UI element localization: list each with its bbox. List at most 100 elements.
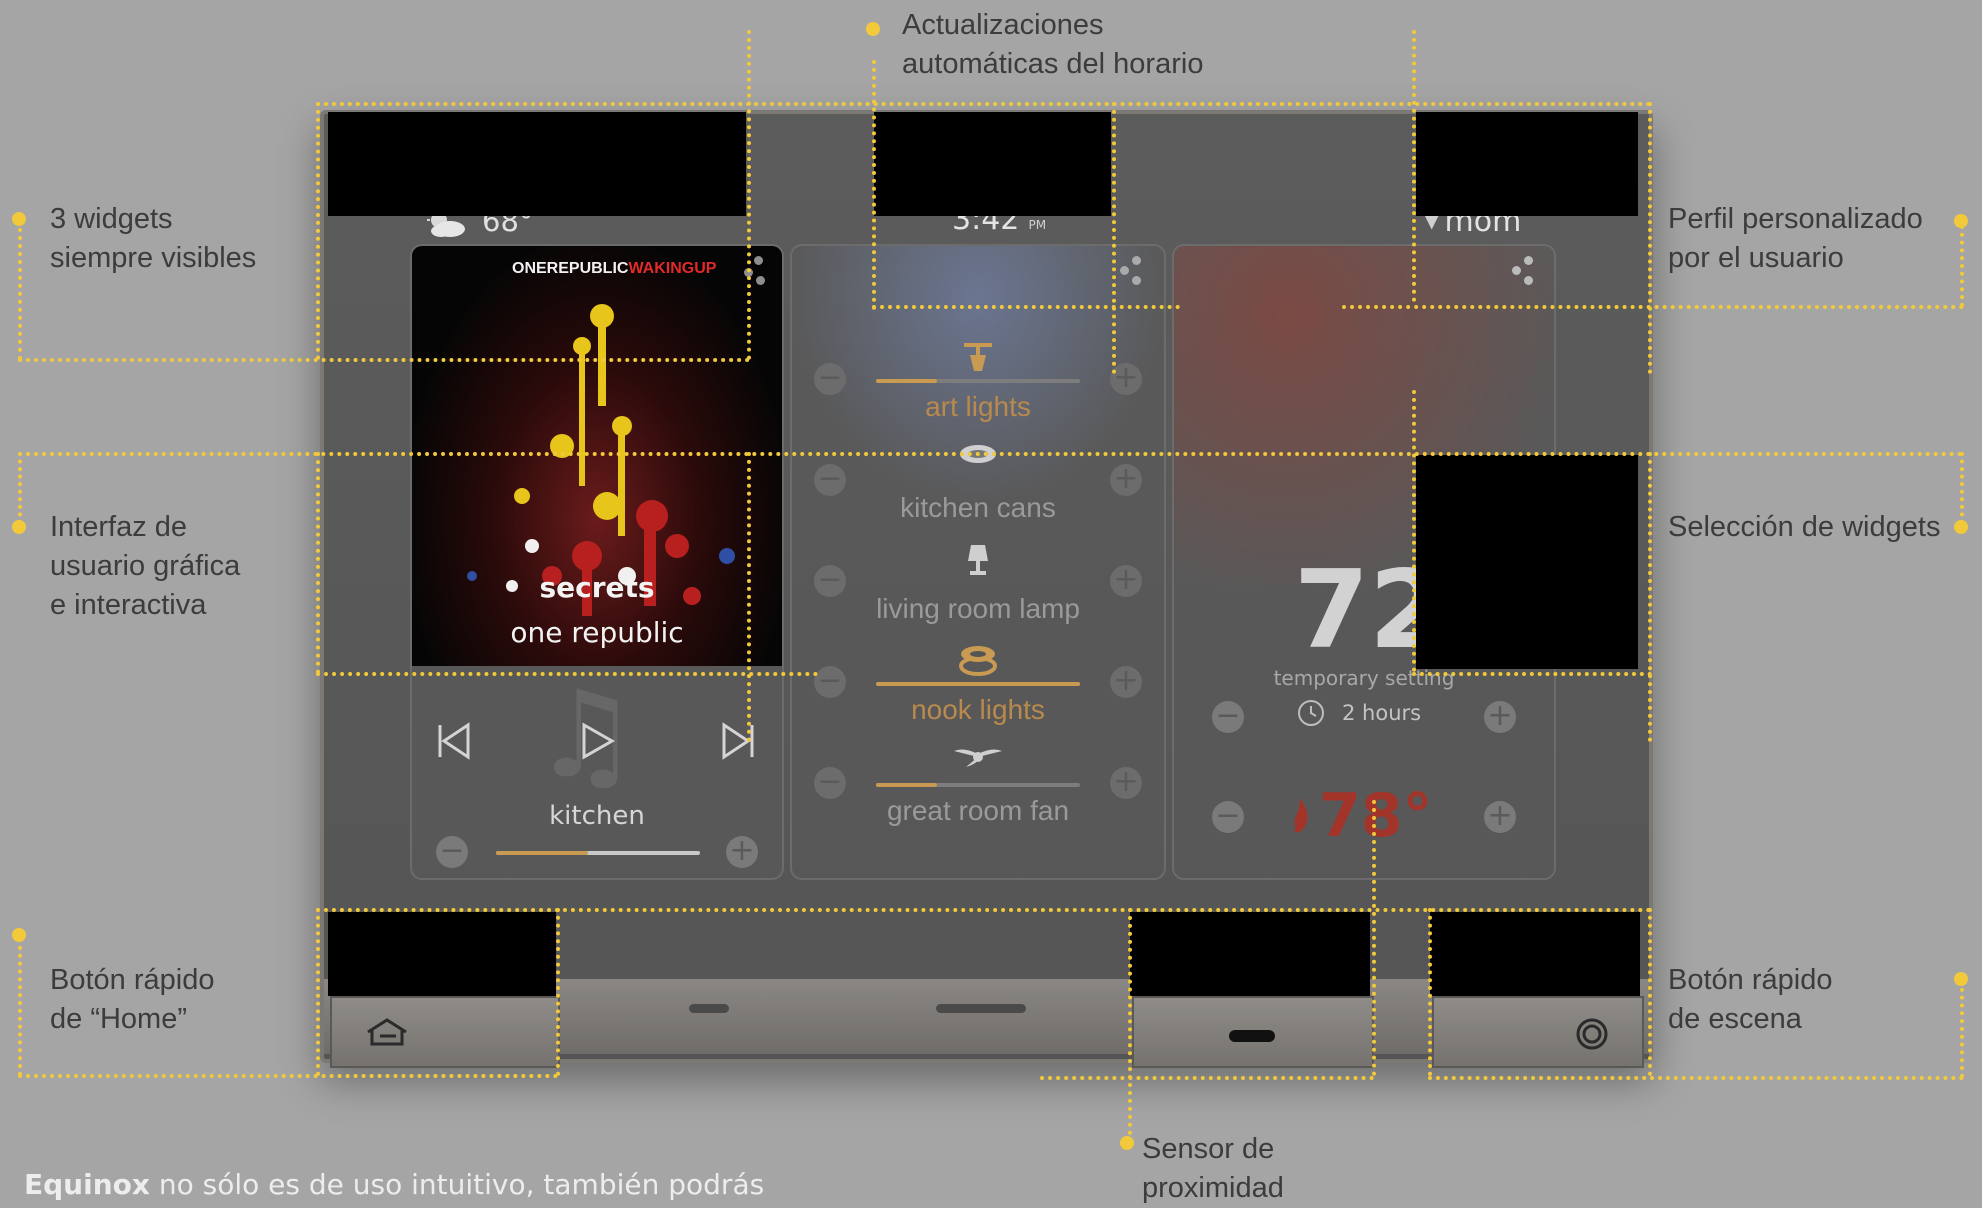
callout-line	[1648, 908, 1652, 1076]
light-down-button[interactable]: −	[814, 464, 846, 496]
callout-line	[1428, 1076, 1964, 1080]
redaction-block	[874, 112, 1111, 216]
clock-meridiem: PM	[1028, 218, 1047, 232]
callout-bullet	[1120, 1136, 1134, 1150]
light-row[interactable]: − + great room fan	[792, 745, 1164, 840]
proximity-sensor	[1132, 996, 1374, 1068]
light-level-slider[interactable]	[876, 581, 1080, 585]
redaction-block	[1416, 455, 1638, 669]
heat-down-button[interactable]: −	[1212, 801, 1244, 833]
volume-down-button[interactable]: −	[436, 836, 468, 868]
light-up-button[interactable]: +	[1110, 767, 1142, 799]
callout-scene-button: Botón rápido de escena	[1668, 964, 1833, 1035]
callout-gui: Interfaz de usuario gráfica e interactiv…	[50, 511, 241, 621]
callout-bullet	[12, 212, 26, 226]
skip-next-icon[interactable]	[718, 721, 758, 765]
light-down-button[interactable]: −	[814, 666, 846, 698]
light-label: living room lamp	[876, 593, 1080, 624]
light-label: nook lights	[911, 694, 1045, 725]
setpoint-up-button[interactable]: +	[1484, 701, 1516, 733]
callout-line	[18, 220, 22, 360]
callout-bullet	[1954, 214, 1968, 228]
callout-line	[316, 672, 818, 676]
light-down-button[interactable]: −	[814, 363, 846, 395]
redaction-block	[328, 112, 746, 216]
callout-line	[1960, 452, 1964, 524]
callout-line	[1342, 305, 1964, 309]
volume-up-button[interactable]: +	[726, 836, 758, 868]
light-down-button[interactable]: −	[814, 565, 846, 597]
light-up-button[interactable]: +	[1110, 565, 1142, 597]
flame-icon	[1288, 796, 1312, 840]
climate-mode: temporary setting	[1273, 666, 1455, 690]
callout-proximity: Sensor de proximidad	[1142, 1133, 1284, 1204]
callout-widgets: 3 widgets siempre visibles	[50, 203, 257, 274]
callout-line	[747, 452, 751, 742]
room-name: kitchen	[549, 801, 645, 831]
callout-line	[18, 358, 750, 362]
light-level-fill	[876, 783, 938, 787]
callout-line	[316, 102, 1652, 106]
caption-brand: Equinox	[24, 1168, 150, 1201]
skip-previous-icon[interactable]	[434, 721, 474, 765]
pendant-light-icon	[792, 644, 1164, 682]
callout-line	[747, 30, 751, 360]
lighting-widget[interactable]: − + art lights − + kitchen cans − + living room …	[790, 244, 1166, 880]
indicator-left	[689, 1004, 729, 1013]
sensor-window	[1229, 1030, 1275, 1042]
light-level-slider[interactable]	[876, 783, 1080, 787]
callout-line	[316, 452, 320, 674]
caption-text: no sólo es de uso intuitivo, también pod…	[149, 1168, 765, 1201]
clock-icon	[1296, 698, 1326, 732]
light-down-button[interactable]: −	[814, 767, 846, 799]
redaction-block	[1416, 112, 1638, 216]
caption: Equinox no sólo es de uso intuitivo, tam…	[24, 1168, 764, 1201]
callout-line	[1960, 980, 1964, 1078]
callout-line	[1112, 102, 1116, 374]
fan-icon	[792, 745, 1164, 773]
redaction-block	[1130, 912, 1370, 996]
light-row[interactable]: − + art lights	[792, 341, 1164, 436]
scene-button[interactable]	[1432, 996, 1644, 1068]
light-up-button[interactable]: +	[1110, 666, 1142, 698]
light-row[interactable]: − + nook lights	[792, 644, 1164, 739]
callout-line	[18, 938, 22, 1076]
callout-auto-updates: Actualizaciones automáticas del horario	[902, 9, 1204, 80]
light-level-slider[interactable]	[876, 480, 1080, 484]
light-level-slider[interactable]	[876, 682, 1080, 686]
volume-slider[interactable]	[496, 851, 700, 855]
light-label: great room fan	[886, 795, 1070, 826]
callout-line	[1648, 102, 1652, 374]
callout-line	[1960, 225, 1964, 307]
light-up-button[interactable]: +	[1110, 464, 1142, 496]
heat-up-button[interactable]: +	[1484, 801, 1516, 833]
callout-line	[1412, 30, 1416, 302]
light-level-fill	[876, 379, 938, 383]
callout-line	[1412, 390, 1416, 672]
lamp-icon	[792, 543, 1164, 583]
callout-bullet	[1954, 972, 1968, 986]
redaction-block	[1430, 912, 1640, 996]
setpoint-down-button[interactable]: −	[1212, 701, 1244, 733]
recessed-light-icon	[792, 442, 1164, 470]
volume-level	[496, 851, 588, 855]
redaction-block	[328, 912, 556, 996]
callout-line	[1428, 908, 1432, 1076]
callout-line	[556, 908, 560, 1076]
widget-menu-icon[interactable]	[1118, 254, 1152, 288]
callout-widget-select: Selección de widgets	[1668, 511, 1941, 543]
play-icon[interactable]	[580, 721, 616, 765]
light-row[interactable]: − + living room lamp	[792, 543, 1164, 638]
callout-bullet	[1954, 520, 1968, 534]
scene-icon	[1574, 1016, 1610, 1056]
home-button[interactable]	[330, 996, 560, 1068]
callout-line	[1040, 1076, 1374, 1080]
callout-home-button: Botón rápido de “Home”	[50, 964, 215, 1035]
callout-line	[1648, 452, 1652, 742]
callout-line	[1412, 672, 1652, 676]
callout-line	[1372, 800, 1376, 1076]
light-row[interactable]: − + kitchen cans	[792, 442, 1164, 537]
light-level-slider[interactable]	[876, 379, 1080, 383]
widget-menu-icon[interactable]	[1510, 254, 1544, 288]
light-label: art lights	[925, 391, 1031, 422]
